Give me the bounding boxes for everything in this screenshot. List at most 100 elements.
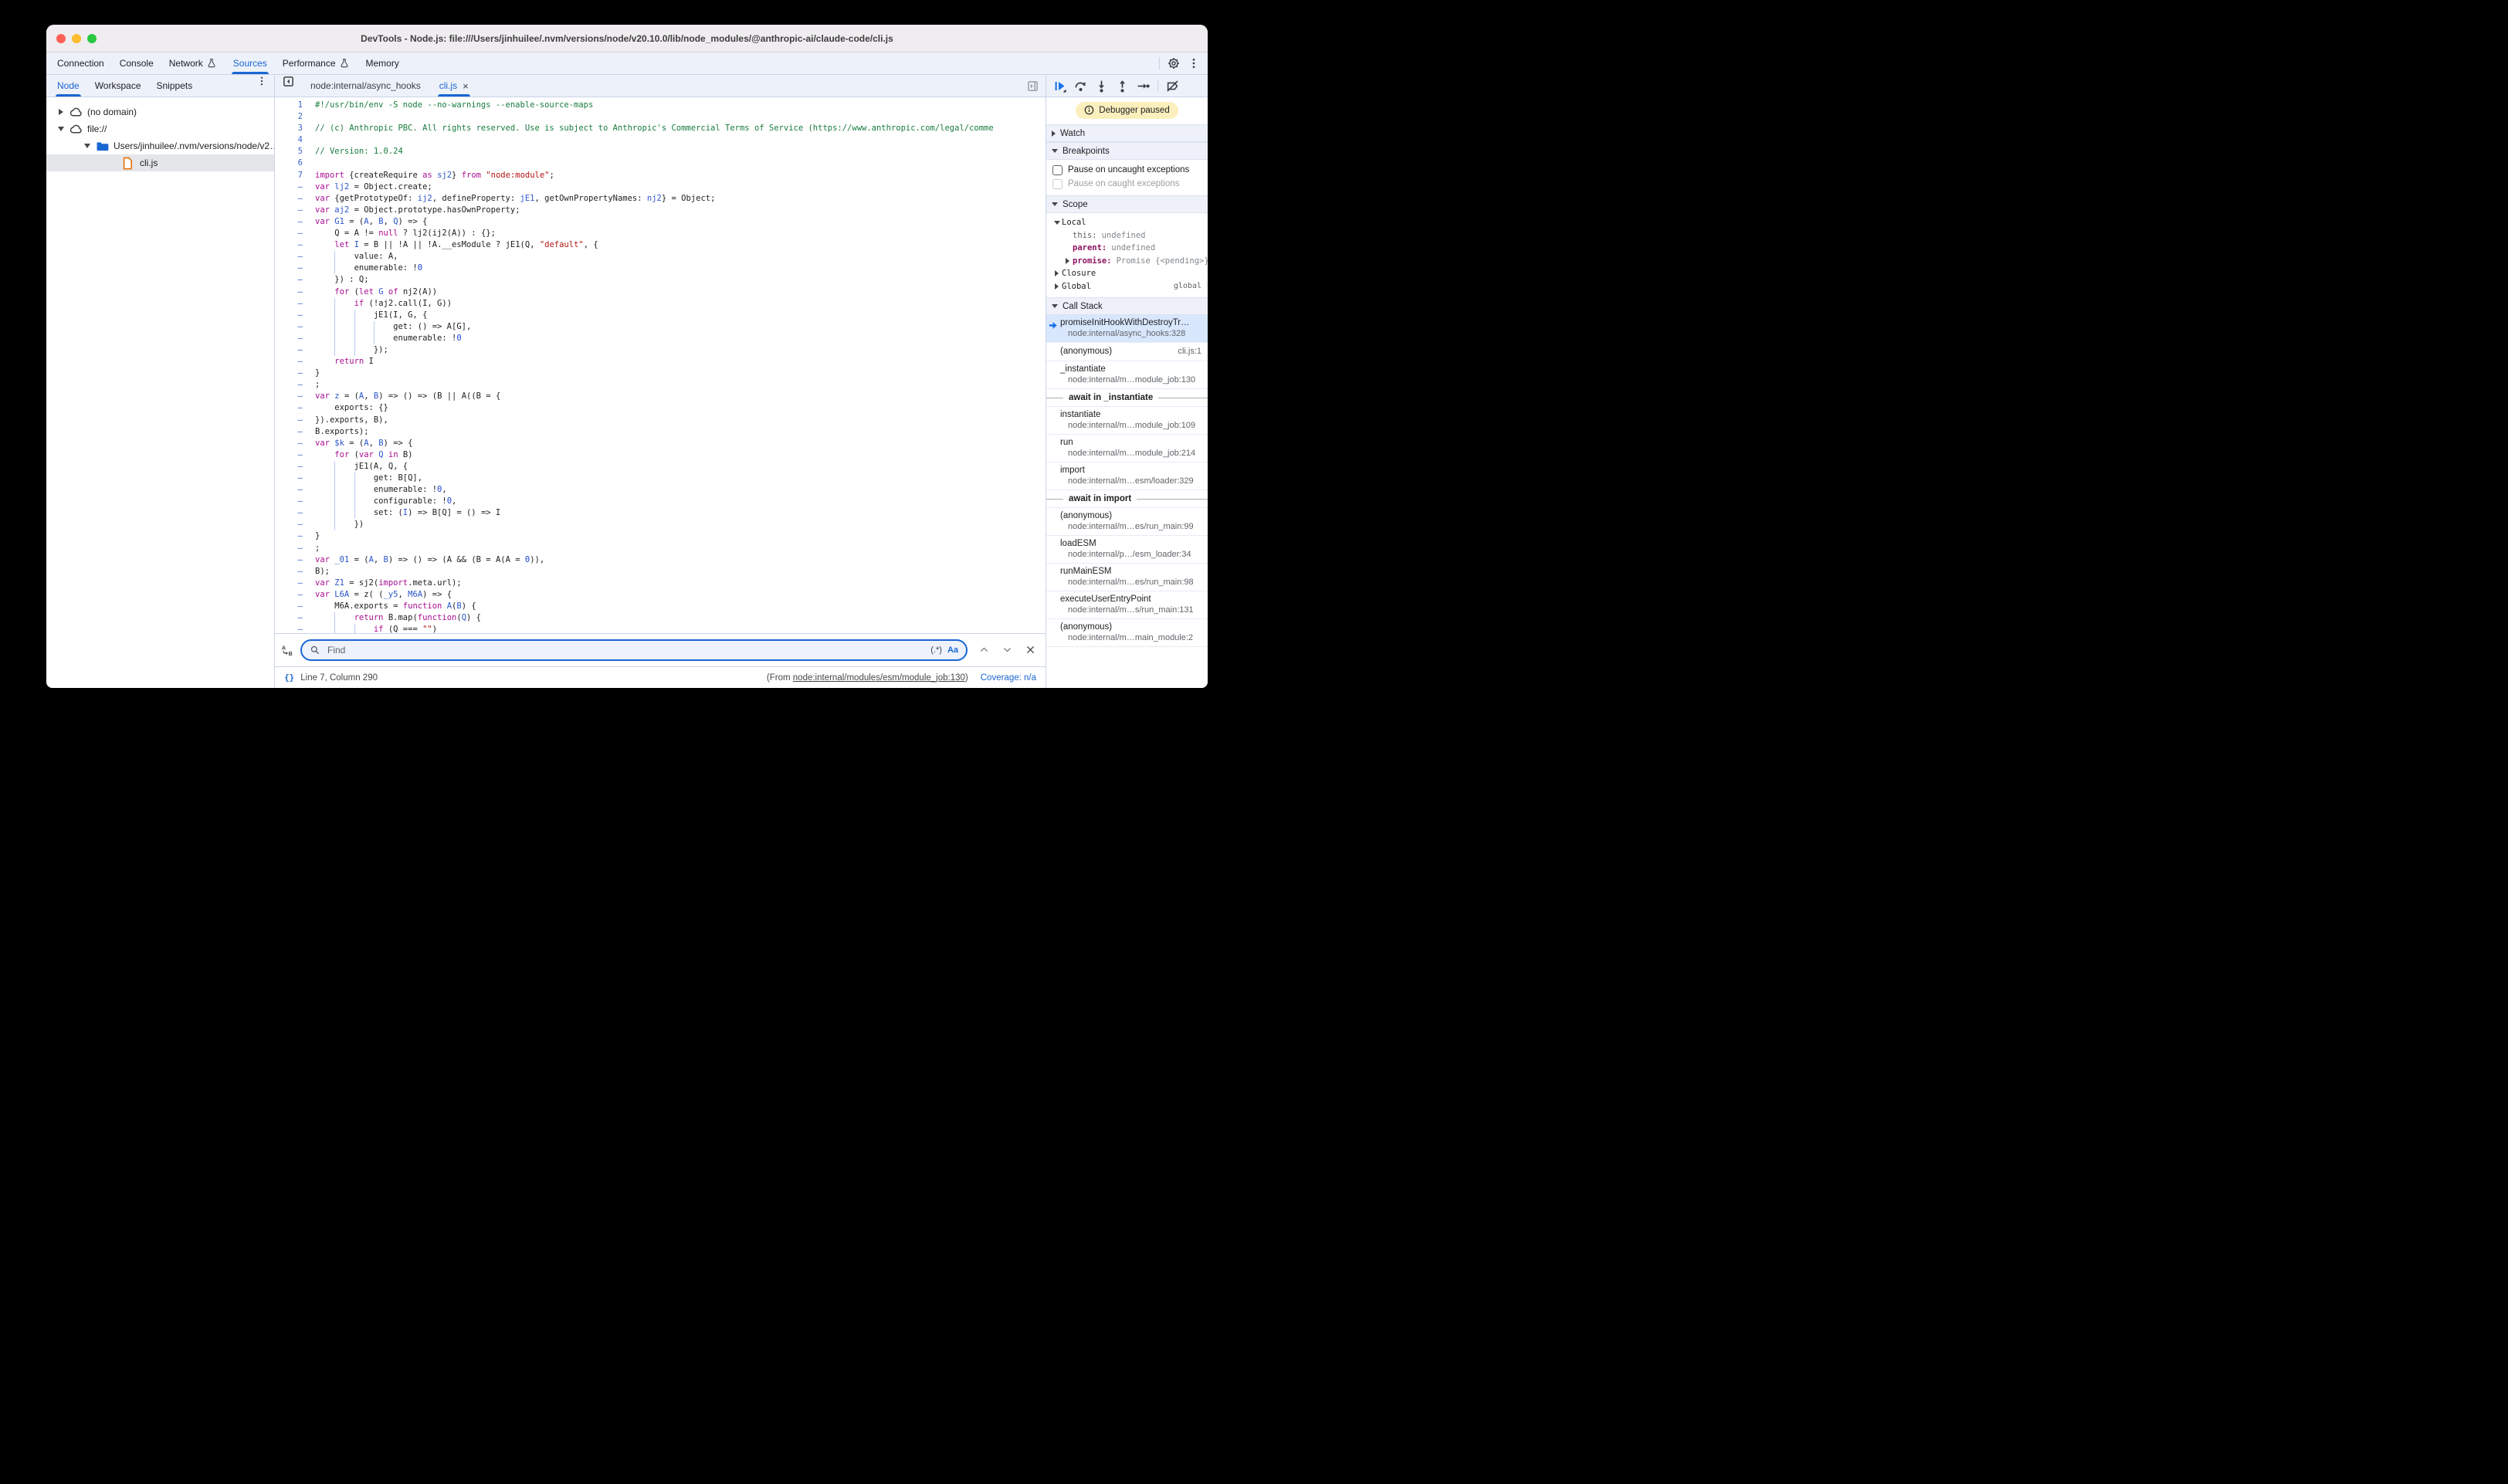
call-stack-frame-anonymous[interactable]: (anonymous)node:internal/m…main_module:2 xyxy=(1046,619,1208,647)
tab-console[interactable]: Console xyxy=(112,53,161,74)
gutter-line-number[interactable]: – xyxy=(275,566,315,578)
tab-memory[interactable]: Memory xyxy=(358,53,407,74)
chevron-up-icon[interactable] xyxy=(979,645,990,656)
call-stack-frame-loadesm[interactable]: loadESMnode:internal/p…/esm_loader:34 xyxy=(1046,536,1208,564)
scope-entry-this[interactable]: this:undefined xyxy=(1046,229,1208,242)
breakpoints-section-header[interactable]: Breakpoints xyxy=(1046,142,1208,160)
gutter-line-number[interactable]: – xyxy=(275,601,315,612)
resume-button[interactable] xyxy=(1049,75,1070,97)
sourcemap-link[interactable]: node:internal/modules/esm/module_job:130 xyxy=(793,673,965,683)
gutter-line-number[interactable]: – xyxy=(275,368,315,379)
tree-item-file[interactable]: file:// xyxy=(46,120,274,137)
gutter-line-number[interactable]: – xyxy=(275,530,315,542)
replace-toggle-icon[interactable]: A B xyxy=(281,644,293,656)
step-out-button[interactable] xyxy=(1112,75,1133,97)
step-button[interactable] xyxy=(1133,75,1154,97)
watch-section-header[interactable]: Watch xyxy=(1046,124,1208,142)
gutter-line-number[interactable]: – xyxy=(275,391,315,402)
close-window-button[interactable] xyxy=(56,34,66,43)
tab-network[interactable]: Network xyxy=(161,53,225,74)
gear-icon[interactable] xyxy=(1168,57,1180,69)
checkbox-icon[interactable] xyxy=(1052,165,1063,175)
gutter-line-number[interactable]: – xyxy=(275,205,315,216)
gutter-line-number[interactable]: – xyxy=(275,473,315,484)
tree-item-users-jinhuilee-nvm-versions-node-v2[interactable]: Users/jinhuilee/.nvm/versions/node/v2… xyxy=(46,137,274,154)
gutter-line-number[interactable]: – xyxy=(275,274,315,286)
gutter-line-number[interactable]: – xyxy=(275,333,315,344)
chevron-right-icon[interactable] xyxy=(56,109,66,115)
gutter-line-number[interactable]: – xyxy=(275,589,315,601)
kebab-menu-icon[interactable] xyxy=(1188,57,1200,69)
gutter-line-number[interactable]: – xyxy=(275,344,315,356)
editor-tab-cli-js[interactable]: cli.js× xyxy=(430,75,478,97)
breakpoint-option-pause-on-caught-exceptions[interactable]: Pause on caught exceptions xyxy=(1046,177,1208,191)
call-stack-frame-runmainesm[interactable]: runMainESMnode:internal/m…es/run_main:98 xyxy=(1046,564,1208,591)
gutter-line-number[interactable]: 3 xyxy=(275,123,315,134)
scope-group-global[interactable]: Globalglobal xyxy=(1046,280,1208,293)
find-input[interactable] xyxy=(326,644,925,656)
tab-performance[interactable]: Performance xyxy=(275,53,358,74)
navigator-tab-node[interactable]: Node xyxy=(49,75,87,97)
tab-sources[interactable]: Sources xyxy=(225,53,275,74)
scope-entry-parent[interactable]: parent:undefined xyxy=(1046,242,1208,255)
gutter-line-number[interactable]: – xyxy=(275,286,315,298)
gutter-line-number[interactable]: 5 xyxy=(275,146,315,158)
gutter-line-number[interactable]: – xyxy=(275,554,315,566)
coverage-link[interactable]: Coverage: n/a xyxy=(981,673,1036,683)
gutter-line-number[interactable]: – xyxy=(275,484,315,496)
call-stack-section-header[interactable]: Call Stack xyxy=(1046,297,1208,315)
chevron-down-icon[interactable] xyxy=(56,127,66,131)
close-find-icon[interactable] xyxy=(1025,645,1036,656)
gutter-line-number[interactable]: – xyxy=(275,519,315,530)
gutter-line-number[interactable]: 6 xyxy=(275,158,315,169)
regex-toggle[interactable]: (.*) xyxy=(930,645,942,655)
gutter-line-number[interactable]: – xyxy=(275,321,315,333)
collapse-navigator-icon[interactable] xyxy=(275,75,301,87)
gutter-line-number[interactable]: – xyxy=(275,298,315,310)
gutter-line-number[interactable]: – xyxy=(275,251,315,263)
scope-entry-promise[interactable]: promise:Promise {<pending>} xyxy=(1046,255,1208,268)
gutter-line-number[interactable]: – xyxy=(275,461,315,473)
scope-group-closure[interactable]: Closure xyxy=(1046,267,1208,280)
zoom-window-button[interactable] xyxy=(87,34,97,43)
gutter-line-number[interactable]: – xyxy=(275,356,315,368)
gutter-line-number[interactable]: – xyxy=(275,379,315,391)
minimize-window-button[interactable] xyxy=(72,34,81,43)
call-stack-frame-instantiate[interactable]: _instantiatenode:internal/m…module_job:1… xyxy=(1046,361,1208,389)
source-code-viewer[interactable]: 1#!/usr/bin/env -S node --no-warnings --… xyxy=(275,97,1046,633)
call-stack-frame-anonymous[interactable]: (anonymous)node:internal/m…es/run_main:9… xyxy=(1046,508,1208,536)
gutter-line-number[interactable]: – xyxy=(275,193,315,205)
gutter-line-number[interactable]: – xyxy=(275,263,315,274)
chevron-down-icon[interactable] xyxy=(82,144,93,148)
chevron-down-icon[interactable] xyxy=(1002,645,1013,656)
gutter-line-number[interactable]: – xyxy=(275,216,315,228)
match-case-toggle[interactable]: Aa xyxy=(947,645,958,655)
navigator-tab-workspace[interactable]: Workspace xyxy=(87,75,149,97)
gutter-line-number[interactable]: – xyxy=(275,496,315,507)
gutter-line-number[interactable]: – xyxy=(275,543,315,554)
toggle-debugger-sidebar-icon[interactable] xyxy=(1020,75,1046,97)
gutter-line-number[interactable]: 2 xyxy=(275,111,315,123)
deactivate-breakpoints-button[interactable] xyxy=(1162,75,1183,97)
step-over-button[interactable] xyxy=(1070,75,1091,97)
navigator-more-icon[interactable] xyxy=(256,75,274,87)
breakpoint-option-pause-on-uncaught-exceptions[interactable]: Pause on uncaught exceptions xyxy=(1046,163,1208,177)
tree-item-no-domain[interactable]: (no domain) xyxy=(46,103,274,120)
call-stack-frame-import[interactable]: importnode:internal/m…esm/loader:329 xyxy=(1046,462,1208,490)
pretty-print-icon[interactable]: {} xyxy=(284,673,294,683)
gutter-line-number[interactable]: – xyxy=(275,310,315,321)
gutter-line-number[interactable]: – xyxy=(275,438,315,449)
titlebar[interactable]: DevTools - Node.js: file:///Users/jinhui… xyxy=(46,25,1208,53)
step-into-button[interactable] xyxy=(1091,75,1112,97)
call-stack-frame-executeuserentrypoint[interactable]: executeUserEntryPointnode:internal/m…s/r… xyxy=(1046,591,1208,619)
gutter-line-number[interactable]: – xyxy=(275,624,315,633)
gutter-line-number[interactable]: – xyxy=(275,239,315,251)
call-stack-frame-anonymous[interactable]: (anonymous)cli.js:1 xyxy=(1046,343,1208,361)
chevron-right-icon[interactable] xyxy=(1063,258,1073,264)
call-stack-frame-instantiate[interactable]: instantiatenode:internal/m…module_job:10… xyxy=(1046,407,1208,435)
gutter-line-number[interactable]: – xyxy=(275,449,315,461)
close-tab-icon[interactable]: × xyxy=(463,81,469,91)
gutter-line-number[interactable]: – xyxy=(275,402,315,414)
gutter-line-number[interactable]: 4 xyxy=(275,134,315,146)
gutter-line-number[interactable]: – xyxy=(275,578,315,589)
